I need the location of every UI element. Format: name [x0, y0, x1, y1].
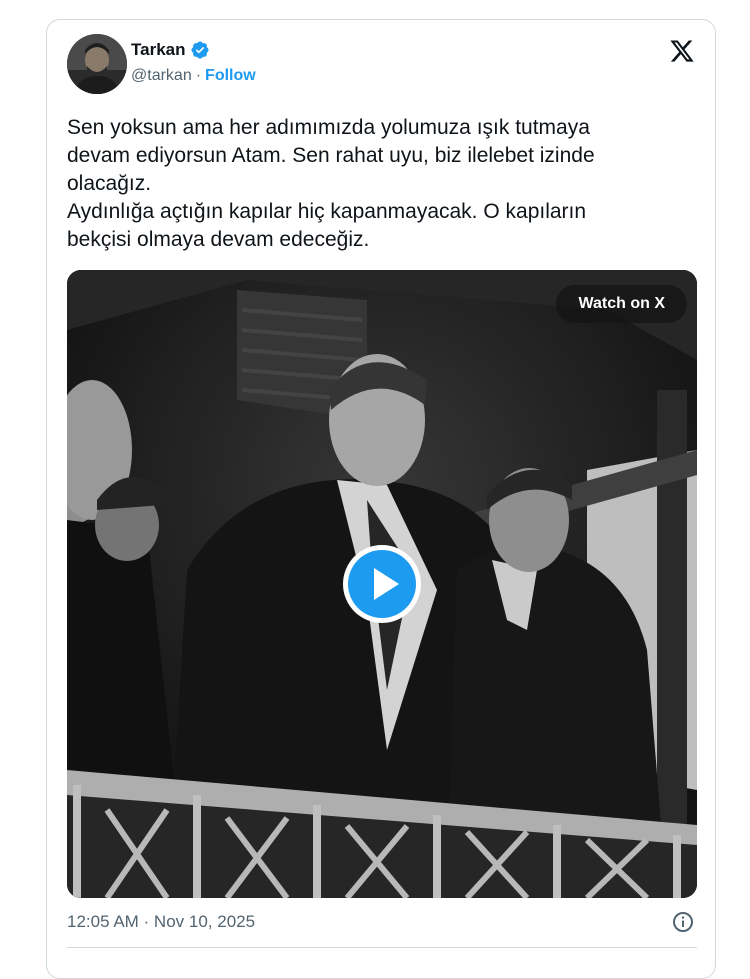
avatar[interactable]	[67, 34, 127, 94]
name-row: Tarkan	[131, 40, 210, 60]
verified-badge-icon	[190, 41, 209, 59]
display-name[interactable]: Tarkan	[131, 40, 186, 60]
handle-separator: ·	[195, 67, 202, 84]
tweet-header: Tarkan @tarkan · Follow	[67, 34, 695, 96]
footer-divider	[67, 947, 697, 948]
handle-row: @tarkan · Follow	[131, 67, 256, 85]
play-icon[interactable]	[341, 543, 423, 625]
watch-on-x-button[interactable]: Watch on X	[556, 285, 687, 323]
video-player[interactable]: Watch on X	[67, 270, 697, 898]
tweet-footer: 12:05 AM · Nov 10, 2025	[67, 910, 697, 940]
info-icon[interactable]	[671, 910, 695, 934]
follow-button[interactable]: Follow	[205, 67, 256, 85]
tweet-timestamp[interactable]: 12:05 AM · Nov 10, 2025	[67, 912, 255, 932]
tweet-text: Sen yoksun ama her adımımızda yolumuza ı…	[67, 116, 595, 251]
user-handle[interactable]: @tarkan	[131, 67, 192, 85]
x-logo-icon[interactable]	[669, 38, 695, 64]
tweet-embed-card[interactable]: Tarkan @tarkan · Follow Sen yoksun ama h…	[46, 19, 716, 979]
